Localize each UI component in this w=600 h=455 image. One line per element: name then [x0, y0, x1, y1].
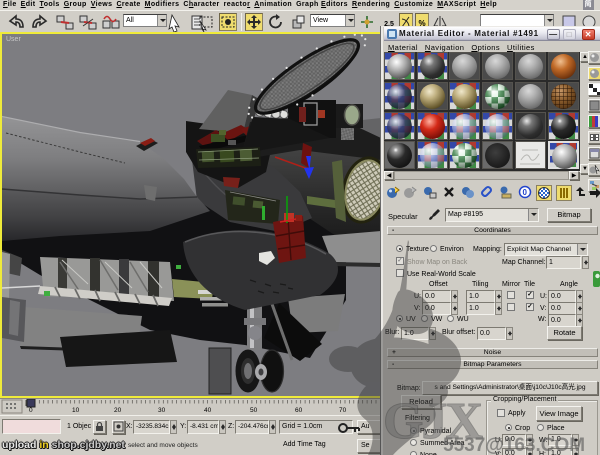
svg-text:0: 0: [523, 188, 528, 197]
